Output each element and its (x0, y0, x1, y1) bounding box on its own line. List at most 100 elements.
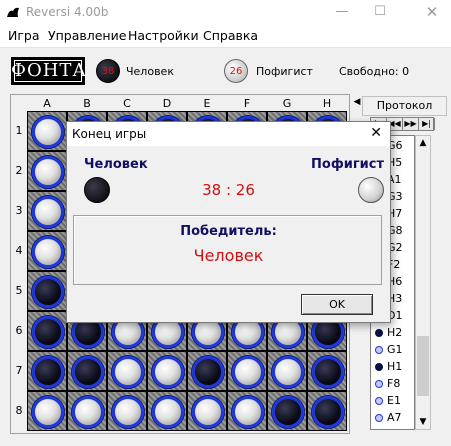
dialog-computer-label: Пофигист (311, 157, 384, 172)
white-disc (232, 356, 264, 388)
move-label: F8 (387, 377, 401, 390)
minimize-button[interactable]: — (324, 0, 360, 25)
black-disc (192, 356, 224, 388)
board-cell[interactable] (307, 391, 347, 431)
dialog-human-label: Человек (84, 157, 148, 172)
board-cell[interactable] (227, 391, 267, 431)
move-color-icon (375, 380, 383, 388)
move-label: E1 (387, 394, 401, 407)
menu-help[interactable]: Справка (203, 28, 258, 43)
move-color-icon (375, 346, 383, 354)
column-label: D (162, 97, 172, 110)
white-disc (272, 356, 304, 388)
dialog-close-icon[interactable]: ✕ (370, 125, 382, 141)
board-cell[interactable] (27, 191, 67, 231)
board-cell[interactable] (67, 351, 107, 391)
board-cell[interactable] (147, 391, 187, 431)
white-disc (232, 396, 264, 428)
column-label: C (123, 97, 131, 110)
free-cells-label: Свободно: 0 (339, 65, 410, 78)
board-cell[interactable] (227, 351, 267, 391)
row-label: 5 (15, 284, 23, 297)
scroll-thumb[interactable] (417, 336, 429, 396)
dialog-title: Конец игры (72, 127, 147, 141)
board-cell[interactable] (67, 391, 107, 431)
scroll-down-icon[interactable]: ▼ (416, 415, 430, 429)
column-label: G (282, 97, 292, 110)
white-disc (32, 116, 64, 148)
board-cell[interactable] (267, 391, 307, 431)
row-label: 2 (15, 164, 23, 177)
board-cell[interactable] (27, 271, 67, 311)
column-label: H (322, 97, 332, 110)
move-color-icon (375, 414, 383, 422)
row-label: 3 (15, 204, 23, 217)
board-cell[interactable] (27, 231, 67, 271)
board-cell[interactable] (27, 351, 67, 391)
last-move-button[interactable]: ▶| (419, 118, 435, 130)
board-cell[interactable] (27, 391, 67, 431)
board-cell[interactable] (107, 351, 147, 391)
black-disc (32, 276, 64, 308)
ok-button[interactable]: OK (301, 294, 373, 315)
list-item[interactable]: F8 (375, 375, 400, 392)
white-disc (152, 396, 184, 428)
black-disc (32, 356, 64, 388)
protocol-title: Протокол (362, 96, 447, 116)
list-item[interactable]: H1 (375, 358, 402, 375)
move-list-scrollbar[interactable]: ▲ ▼ (415, 135, 431, 430)
row-label: 6 (15, 324, 23, 337)
move-label: A7 (387, 411, 402, 424)
column-label: B (83, 97, 91, 110)
window-title: Reversi 4.00b (26, 5, 109, 19)
list-item[interactable]: E1 (375, 392, 401, 409)
winner-box: Победитель: Человек (73, 215, 382, 285)
black-disc (312, 356, 344, 388)
black-disc (32, 316, 64, 348)
menu-game[interactable]: Игра (8, 28, 40, 43)
white-disc (32, 236, 64, 268)
title-bar: Reversi 4.00b — ☐ ✕ (0, 0, 451, 25)
board-cell[interactable] (107, 391, 147, 431)
winner-label: Победитель: (180, 224, 277, 239)
next-move-button[interactable]: ▶▶ (403, 118, 419, 130)
computer-score-disc: 26 (224, 59, 248, 83)
menu-bar: Игра Управление Настройки Справка (0, 25, 451, 47)
list-item[interactable]: G1 (375, 341, 403, 358)
computer-player-label: Пофигист (256, 65, 313, 78)
board-cell[interactable] (27, 151, 67, 191)
protocol-collapse-icon[interactable]: ◀ (352, 97, 362, 109)
board-cell[interactable] (147, 351, 187, 391)
column-label: F (243, 97, 251, 110)
board-cell[interactable] (187, 391, 227, 431)
white-disc (192, 396, 224, 428)
move-label: H2 (387, 326, 403, 339)
final-score: 38 : 26 (202, 181, 255, 199)
move-label: H1 (387, 360, 403, 373)
dialog-title-bar: Конец игры ✕ (67, 122, 390, 146)
move-color-icon (375, 329, 383, 337)
move-color-icon (375, 397, 383, 405)
menu-settings[interactable]: Настройки (128, 28, 199, 43)
row-label: 1 (15, 124, 23, 137)
menu-control[interactable]: Управление (48, 28, 126, 43)
board-cell[interactable] (27, 111, 67, 151)
winner-name: Человек (193, 246, 264, 265)
scroll-up-icon[interactable]: ▲ (416, 136, 430, 150)
maximize-button[interactable]: ☐ (362, 0, 398, 25)
white-disc (72, 396, 104, 428)
white-disc (32, 196, 64, 228)
move-color-icon (375, 363, 383, 371)
board-cell[interactable] (267, 351, 307, 391)
board-cell[interactable] (307, 351, 347, 391)
board-cell[interactable] (187, 351, 227, 391)
row-label: 8 (15, 404, 23, 417)
white-disc (32, 156, 64, 188)
close-button[interactable]: ✕ (414, 0, 450, 25)
board-cell[interactable] (27, 311, 67, 351)
list-item[interactable]: A7 (375, 409, 402, 426)
white-disc (152, 356, 184, 388)
black-disc (312, 396, 344, 428)
list-item[interactable]: H2 (375, 324, 402, 341)
human-score-disc: 38 (96, 59, 120, 83)
